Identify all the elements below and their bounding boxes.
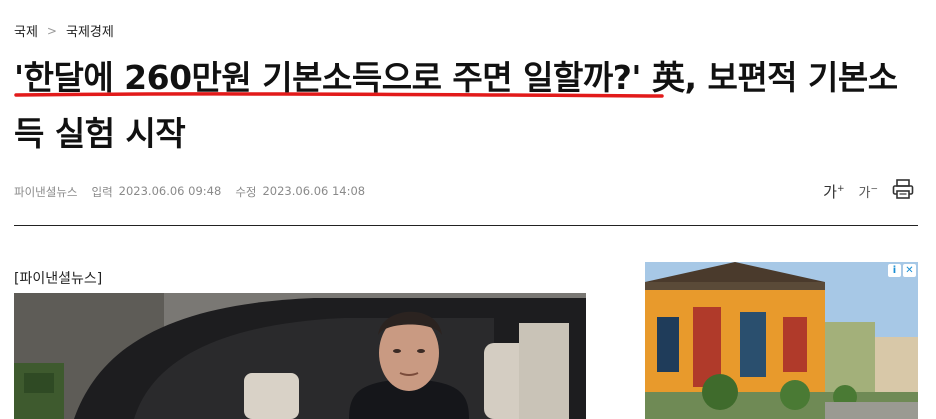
header-divider [14, 225, 918, 226]
headline-quote: '한달에 260만원 기본소득으로 주면 일할까?' [14, 58, 641, 97]
print-icon[interactable] [892, 179, 914, 203]
advertisement[interactable]: i ✕ [645, 262, 918, 419]
ad-badge: i ✕ [888, 264, 916, 277]
article-tools: 가+ 가− [823, 179, 914, 203]
article-photo[interactable] [14, 293, 586, 419]
article-source-tag: [파이낸셜뉴스] [14, 271, 103, 287]
ad-info-icon[interactable]: i [888, 264, 901, 277]
article-photo-image [14, 293, 586, 419]
updated-label: 수정 [235, 185, 257, 199]
published-info: 입력 2023.06.06 09:48 [91, 184, 221, 200]
font-size-increase-button[interactable]: 가+ [823, 181, 844, 202]
font-size-decrease-button[interactable]: 가− [858, 182, 878, 200]
updated-time: 2023.06.06 14:08 [262, 184, 366, 198]
published-time: 2023.06.06 09:48 [118, 184, 222, 198]
ad-image [645, 262, 918, 419]
printer-icon [892, 179, 914, 199]
article-meta: 파이낸셜뉴스 입력 2023.06.06 09:48 수정 2023.06.06… [14, 184, 365, 200]
ad-close-icon[interactable]: ✕ [903, 264, 916, 277]
page-title: '한달에 260만원 기본소득으로 주면 일할까?' 英, 보편적 기본소득 실… [14, 50, 924, 162]
breadcrumb-subsection[interactable]: 국제경제 [66, 21, 114, 40]
published-label: 입력 [91, 185, 113, 199]
updated-info: 수정 2023.06.06 14:08 [235, 184, 365, 200]
breadcrumb: 국제 > 국제경제 [14, 21, 114, 41]
meta-source: 파이낸셜뉴스 [14, 185, 78, 199]
chevron-right-icon: > [46, 23, 57, 38]
breadcrumb-section[interactable]: 국제 [14, 21, 38, 40]
